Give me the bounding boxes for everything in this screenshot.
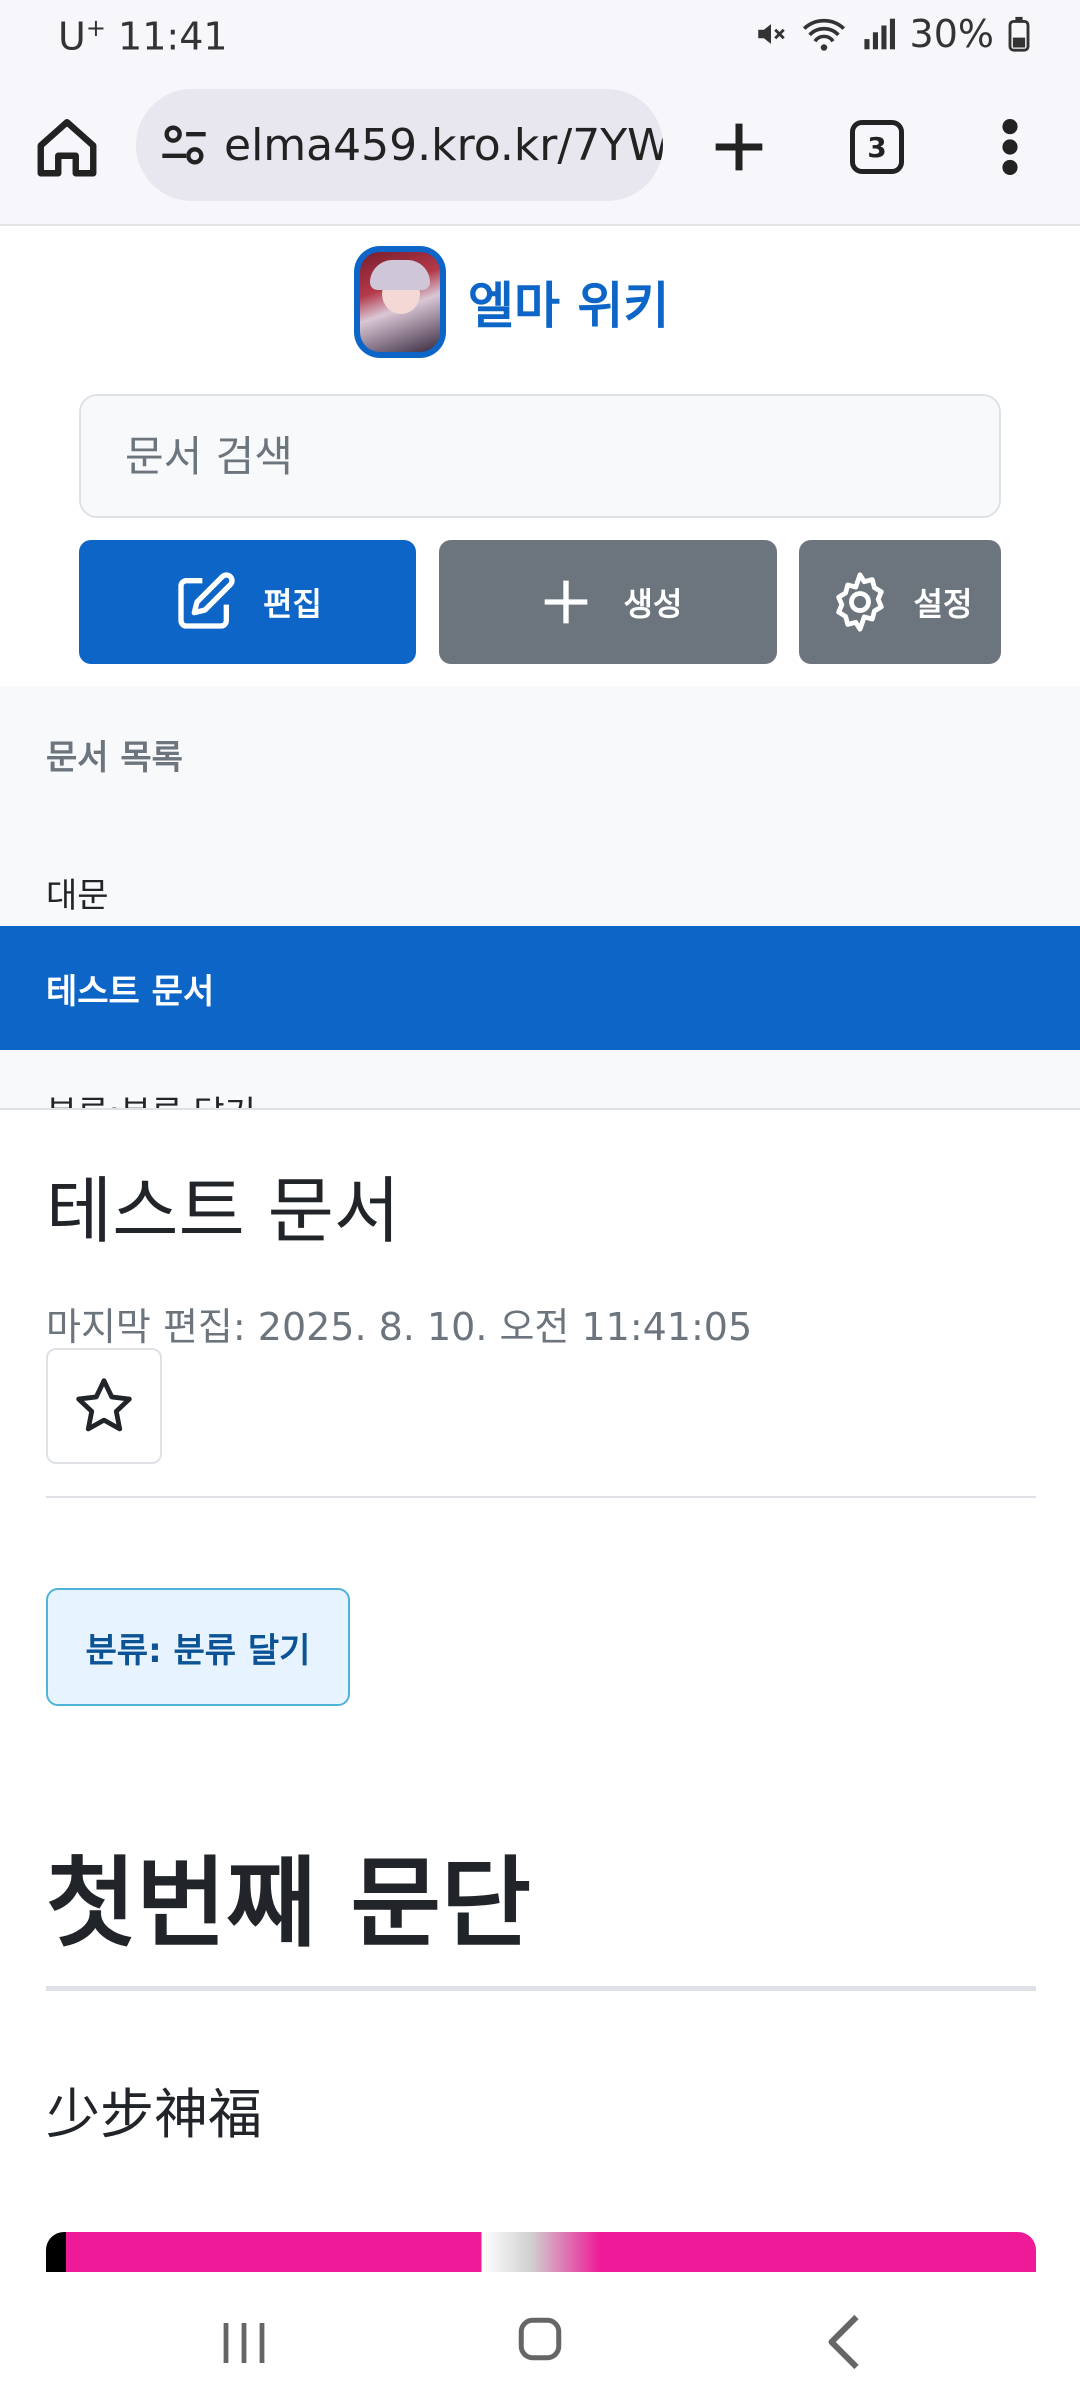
wiki-title: 엘마 위키 xyxy=(468,277,670,335)
tab-switcher-button[interactable]: 3 xyxy=(850,120,904,174)
document-list: 문서 목록 대문 테스트 문서 분류:분류 달기 xyxy=(0,686,1080,1110)
settings-button-label: 설정 xyxy=(913,586,973,622)
wifi-icon xyxy=(802,18,845,51)
doc-item-label: 테스트 문서 xyxy=(46,971,215,1012)
favorite-button[interactable] xyxy=(46,1348,162,1464)
system-navigation-bar xyxy=(0,2272,1080,2408)
search-input[interactable] xyxy=(79,394,1001,518)
last-edited-timestamp: 마지막 편집: 2025. 8. 10. 오전 11:41:05 xyxy=(46,1305,753,1349)
section-heading: 첫번째 문단 xyxy=(46,1847,531,1961)
url-text: elma459.kro.kr/7YW xyxy=(224,119,663,171)
address-bar[interactable]: elma459.kro.kr/7YW xyxy=(136,89,663,201)
doc-item-label: 분류:분류 달기 xyxy=(46,1086,256,1108)
back-icon[interactable] xyxy=(824,2312,864,2372)
document-list-heading: 문서 목록 xyxy=(46,738,183,778)
divider xyxy=(46,1496,1036,1498)
doc-item-category[interactable]: 분류:분류 달기 xyxy=(0,1076,1080,1108)
clock: 11:41 xyxy=(118,14,228,59)
doc-item-test[interactable]: 테스트 문서 xyxy=(0,926,1080,1050)
edit-icon xyxy=(178,572,235,629)
home-nav-icon[interactable] xyxy=(515,2312,565,2366)
mute-icon xyxy=(757,24,785,44)
recent-apps-icon[interactable] xyxy=(214,2318,274,2368)
star-icon xyxy=(76,1378,132,1432)
edit-button-label: 편집 xyxy=(263,586,322,622)
carrier-plus: + xyxy=(85,14,106,42)
tab-count: 3 xyxy=(867,130,887,164)
edit-button[interactable]: 편집 xyxy=(79,540,416,664)
doc-item-main[interactable]: 대문 xyxy=(0,862,1080,922)
page-title: 테스트 문서 xyxy=(46,1169,401,1253)
category-label: 분류: 분류 달기 xyxy=(85,1630,311,1671)
wiki-header: 엘마 위키 편집 생성 설정 xyxy=(0,228,1080,686)
battery-percent: 30% xyxy=(909,12,994,56)
browser-toolbar: elma459.kro.kr/7YW 3 xyxy=(0,72,1080,226)
home-icon[interactable] xyxy=(32,112,102,182)
site-settings-icon[interactable] xyxy=(158,119,210,171)
signal-icon xyxy=(863,18,895,50)
doc-item-label: 대문 xyxy=(46,875,109,916)
carrier: U xyxy=(58,14,86,59)
gear-icon xyxy=(835,572,884,632)
plus-icon xyxy=(544,580,587,624)
status-bar: U+ 11:41 30% xyxy=(0,0,1080,72)
category-tag[interactable]: 분류: 분류 달기 xyxy=(46,1588,350,1706)
status-icons: 30% xyxy=(754,12,1030,56)
wiki-logo-avatar xyxy=(354,246,446,358)
status-time-group: U+ 11:41 xyxy=(58,14,228,59)
heading-underline xyxy=(46,1986,1036,1991)
wiki-brand[interactable]: 엘마 위키 xyxy=(354,246,669,358)
create-button-label: 생성 xyxy=(623,586,683,622)
paragraph-text: 少步神福 xyxy=(46,2083,262,2146)
new-tab-icon[interactable] xyxy=(704,112,774,182)
screen: U+ 11:41 30% elma459.kro.kr/7YW 3 엘마 위키 xyxy=(0,0,1080,2408)
more-menu-icon[interactable] xyxy=(990,112,1030,182)
settings-button[interactable]: 설정 xyxy=(799,540,1001,664)
battery-icon xyxy=(1008,16,1030,52)
wiki-logo-image xyxy=(360,252,440,352)
create-button[interactable]: 생성 xyxy=(439,540,777,664)
